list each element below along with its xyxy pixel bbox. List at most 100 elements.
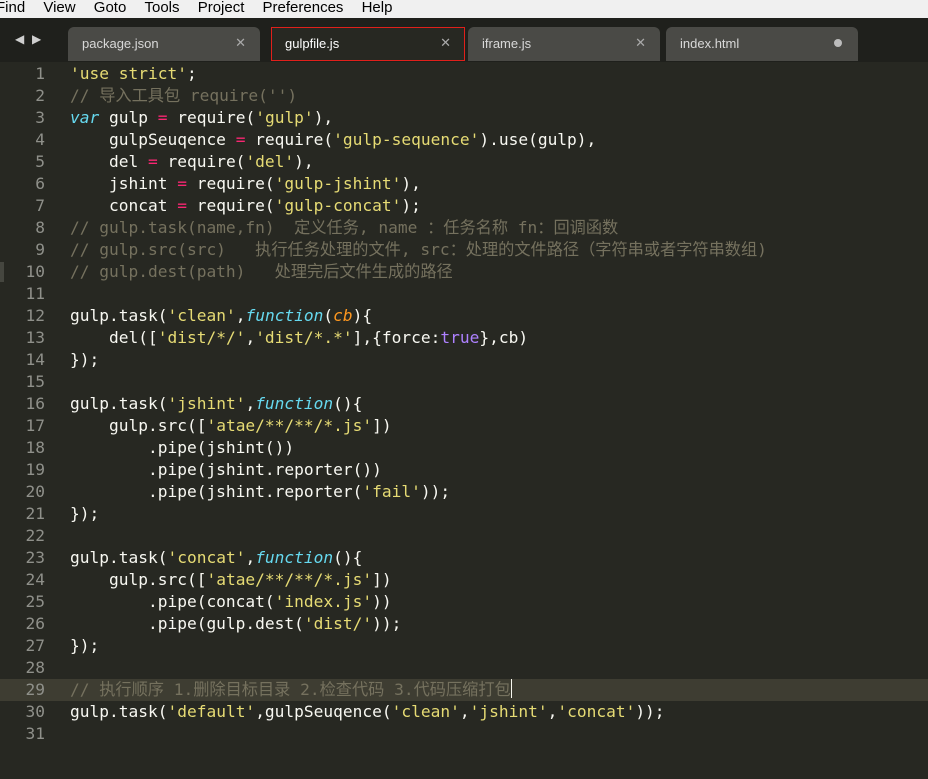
code-editor[interactable]: 1 'use strict'; 2 // 导入工具包 require('') 3 var…	[0, 62, 928, 779]
code-text: gulp.task('jshint',function(){	[70, 393, 362, 415]
code-line[interactable]: 29 // 执行顺序 1.删除目标目录 2.检查代码 3.代码压缩打包	[0, 679, 928, 701]
code-token: 'dist/*.*'	[255, 328, 353, 347]
code-token: ])	[372, 416, 392, 435]
code-token: 'jshint'	[469, 702, 548, 721]
code-line[interactable]: 28	[0, 657, 928, 679]
code-token: (	[323, 306, 334, 325]
menu-find[interactable]: Find	[0, 0, 25, 16]
code-line[interactable]: 25 .pipe(concat('index.js'))	[0, 591, 928, 613]
code-token: true	[440, 328, 480, 347]
code-token: .pipe(jshint.reporter(	[70, 482, 363, 501]
code-text: .pipe(gulp.dest('dist/'));	[70, 613, 401, 635]
code-line[interactable]: 1 'use strict';	[0, 63, 928, 85]
code-token: function	[245, 306, 324, 325]
tab-iframe-js[interactable]: iframe.js ✕	[468, 27, 660, 61]
code-line[interactable]: 13 del(['dist/*/','dist/*.*'],{force:tru…	[0, 327, 928, 349]
code-line[interactable]: 7 concat = require('gulp-concat');	[0, 195, 928, 217]
code-token: =	[177, 196, 187, 215]
line-number: 2	[35, 86, 45, 105]
menu-goto[interactable]: Goto	[94, 0, 127, 16]
line-number: 22	[25, 526, 46, 545]
code-token: ,	[245, 548, 256, 567]
code-line[interactable]: 16 gulp.task('jshint',function(){	[0, 393, 928, 415]
code-line[interactable]: 20 .pipe(jshint.reporter('fail'));	[0, 481, 928, 503]
tab-nav-right-icon[interactable]: ▶	[32, 32, 41, 46]
code-token: ,	[547, 702, 558, 721]
line-number: 3	[35, 108, 45, 127]
code-line[interactable]: 5 del = require('del'),	[0, 151, 928, 173]
tab-package-json[interactable]: package.json ✕	[68, 27, 260, 61]
line-number: 13	[25, 328, 46, 347]
code-line[interactable]: 14});	[0, 349, 928, 371]
menu-view[interactable]: View	[43, 0, 75, 16]
code-line[interactable]: 21});	[0, 503, 928, 525]
code-token: require(	[245, 130, 334, 149]
line-number: 4	[35, 130, 45, 149]
code-line[interactable]: 24 gulp.src(['atae/**/**/*.js'])	[0, 569, 928, 591]
code-token: function	[255, 548, 334, 567]
line-number: 15	[25, 372, 46, 391]
code-line[interactable]: 17 gulp.src(['atae/**/**/*.js'])	[0, 415, 928, 437]
code-token: ,	[245, 394, 256, 413]
code-token: =	[235, 130, 246, 149]
tab-nav-left-icon[interactable]: ◀	[15, 32, 24, 46]
code-token: require(	[167, 108, 256, 127]
code-token: .pipe(gulp.dest(	[70, 614, 304, 633]
code-token: function	[255, 394, 334, 413]
code-line[interactable]: 23 gulp.task('concat',function(){	[0, 547, 928, 569]
line-number: 27	[25, 636, 46, 655]
code-token: ],{force:	[352, 328, 441, 347]
code-text: // gulp.task(name,fn) 定义任务, name ：任务名称 f…	[70, 217, 618, 239]
menu-tools[interactable]: Tools	[144, 0, 179, 16]
line-number: 9	[35, 240, 45, 259]
code-line[interactable]: 12 gulp.task('clean',function(cb){	[0, 305, 928, 327]
menu-help[interactable]: Help	[362, 0, 393, 16]
code-line[interactable]: 26 .pipe(gulp.dest('dist/'));	[0, 613, 928, 635]
code-token: gulp.task(	[70, 548, 168, 567]
code-line[interactable]: 27});	[0, 635, 928, 657]
code-text: var gulp = require('gulp'),	[70, 107, 333, 129]
code-token: require(	[157, 152, 246, 171]
code-token: cb	[333, 306, 353, 325]
code-token: // gulp.dest(path) 处理完后文件生成的路径	[70, 262, 453, 281]
code-text: del = require('del'),	[70, 151, 314, 173]
code-token: },cb)	[479, 328, 529, 347]
code-line[interactable]: 6 jshint = require('gulp-jshint'),	[0, 173, 928, 195]
code-token: require(	[186, 196, 275, 215]
code-line[interactable]: 15	[0, 371, 928, 393]
line-number: 29	[25, 680, 46, 699]
code-line[interactable]: 9 // gulp.src(src) 执行任务处理的文件, src：处理的文件路径…	[0, 239, 928, 261]
code-text: .pipe(jshint.reporter('fail'));	[70, 481, 450, 503]
code-token: });	[70, 504, 100, 523]
code-token: ){	[352, 306, 373, 325]
code-token: .pipe(jshint.reporter())	[70, 460, 382, 479]
code-line[interactable]: 22	[0, 525, 928, 547]
code-line[interactable]: 30 gulp.task('default',gulpSeuqence('clea…	[0, 701, 928, 723]
code-token: =	[147, 152, 158, 171]
tab-label: package.json	[82, 36, 159, 51]
close-icon[interactable]: ✕	[635, 35, 646, 51]
code-line[interactable]: 10 // gulp.dest(path) 处理完后文件生成的路径	[0, 261, 928, 283]
line-number: 8	[35, 218, 45, 237]
line-number: 19	[25, 460, 46, 479]
code-token: 'clean'	[391, 702, 460, 721]
code-line[interactable]: 2 // 导入工具包 require('')	[0, 85, 928, 107]
code-text: });	[70, 349, 99, 371]
code-line[interactable]: 31	[0, 723, 928, 745]
menu-project[interactable]: Project	[198, 0, 245, 16]
code-line[interactable]: 4 gulpSeuqence = require('gulp-sequence'…	[0, 129, 928, 151]
menu-preferences[interactable]: Preferences	[263, 0, 344, 16]
tab-label: iframe.js	[482, 36, 532, 51]
line-number: 26	[25, 614, 46, 633]
code-text: .pipe(concat('index.js'))	[70, 591, 392, 613]
code-line[interactable]: 18 .pipe(jshint())	[0, 437, 928, 459]
close-icon[interactable]: ✕	[235, 35, 246, 51]
code-line[interactable]: 11	[0, 283, 928, 305]
unsaved-dot-icon[interactable]	[834, 39, 842, 47]
code-line[interactable]: 8 // gulp.task(name,fn) 定义任务, name ：任务名称 …	[0, 217, 928, 239]
code-line[interactable]: 19 .pipe(jshint.reporter())	[0, 459, 928, 481]
code-line[interactable]: 3 var gulp = require('gulp'),	[0, 107, 928, 129]
code-text: .pipe(jshint())	[70, 437, 294, 459]
tab-index-html[interactable]: index.html	[666, 27, 858, 61]
line-number: 12	[25, 306, 46, 325]
